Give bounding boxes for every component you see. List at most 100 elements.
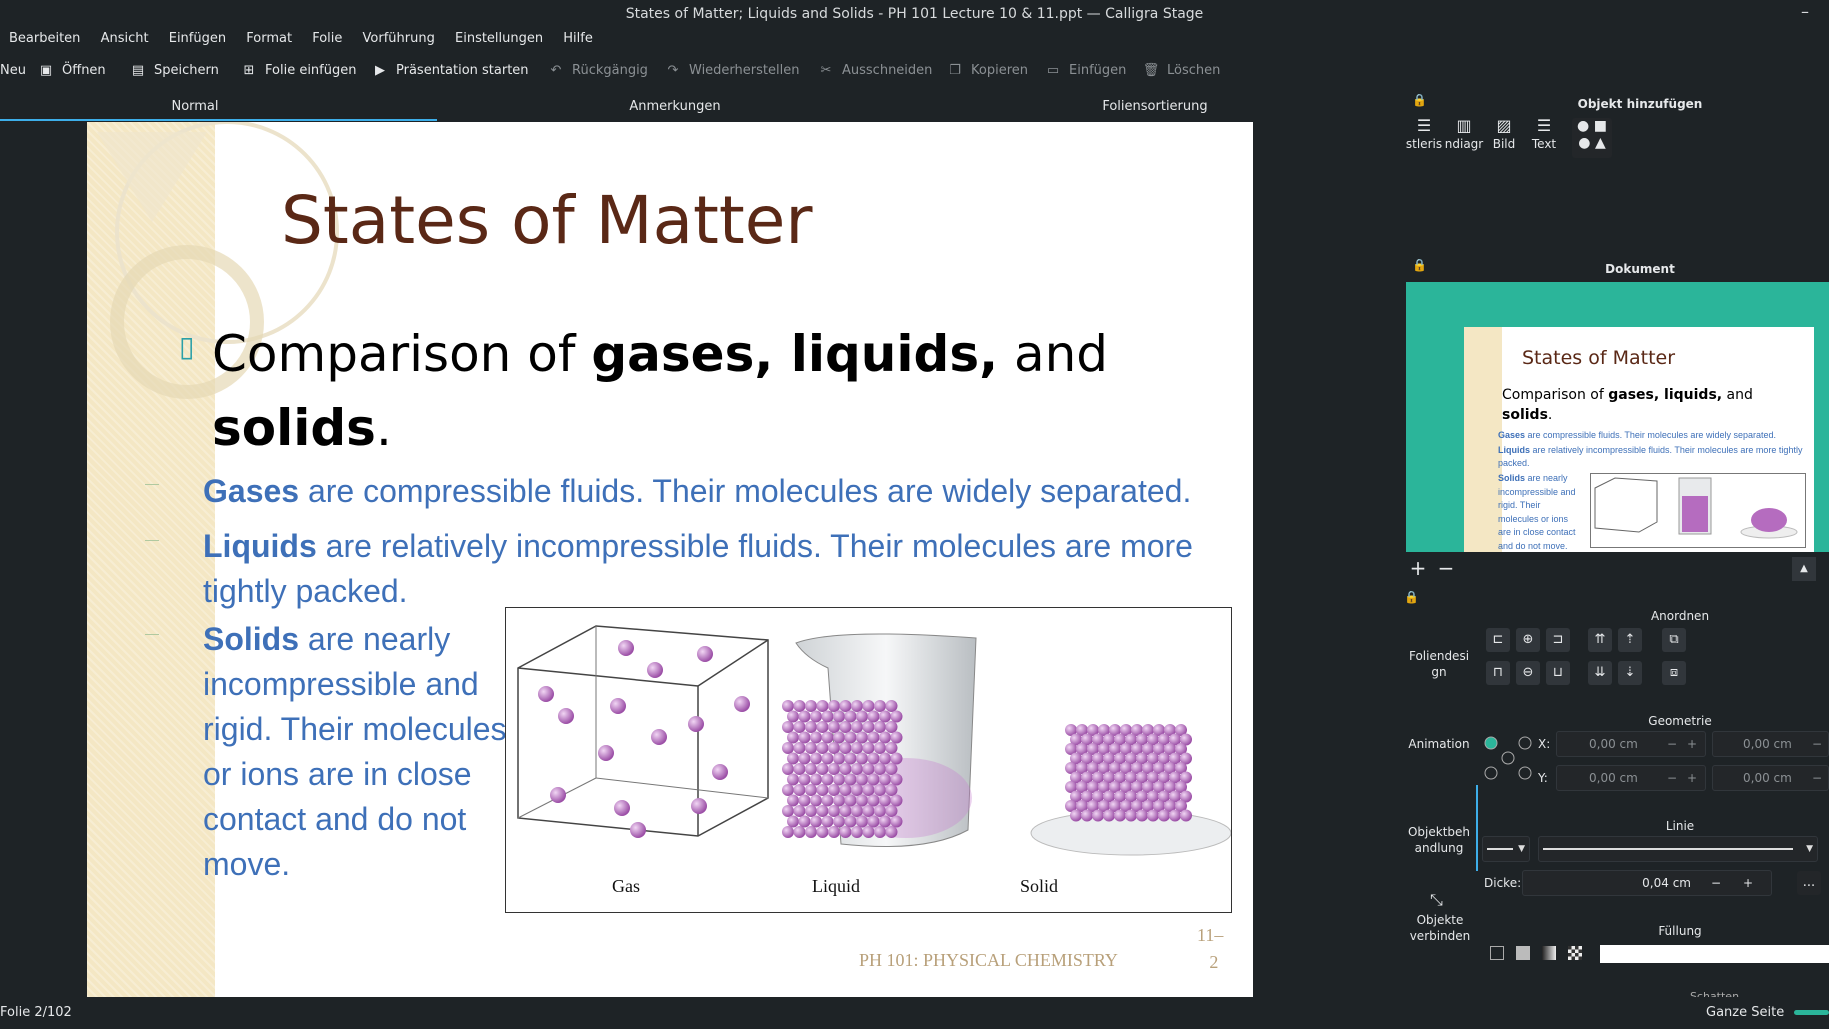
fill-color-swatch[interactable] xyxy=(1600,945,1829,963)
copy-icon: ❐ xyxy=(949,63,961,78)
lock-icon[interactable]: 🔒 xyxy=(1412,93,1427,107)
connect-objects-icon: ⤡ xyxy=(1430,890,1443,909)
menu-vorfuehrung[interactable]: Vorführung xyxy=(363,28,435,50)
decrement-icon[interactable]: − xyxy=(1667,766,1677,790)
tab-normal[interactable]: Normal xyxy=(0,96,390,120)
undo-button[interactable]: ↶ Rückgängig xyxy=(546,54,648,88)
menu-einfuegen[interactable]: Einfügen xyxy=(169,28,226,50)
window-title: States of Matter; Liquids and Solids - P… xyxy=(0,0,1829,28)
height-field[interactable]: 0,00 cm − xyxy=(1712,765,1829,791)
lock-icon[interactable]: 🔒 xyxy=(1412,258,1427,272)
menu-folie[interactable]: Folie xyxy=(312,28,342,50)
slide-title[interactable]: States of Matter xyxy=(281,182,813,259)
increment-icon[interactable]: + xyxy=(1687,732,1697,756)
more-options-button[interactable]: ... xyxy=(1797,871,1821,895)
gases-bullet[interactable]: Gases are compressible fluids. Their mol… xyxy=(203,469,1191,514)
width-field[interactable]: 0,00 cm − xyxy=(1712,731,1829,757)
remove-slide-icon[interactable]: − xyxy=(1434,557,1458,581)
decrement-icon[interactable]: − xyxy=(1667,732,1677,756)
minimize-icon[interactable]: – xyxy=(1795,0,1815,28)
tab-slide-design[interactable]: Foliendesi gn xyxy=(1400,648,1478,680)
new-button[interactable]: Neu xyxy=(0,54,26,88)
menu-einstellungen[interactable]: Einstellungen xyxy=(455,28,543,50)
thumb-liquids: Liquids are relatively incompressible fl… xyxy=(1498,445,1803,468)
copy-button[interactable]: ❐ Kopieren xyxy=(945,54,1028,88)
lower-icon[interactable]: ⇣ xyxy=(1618,661,1642,685)
add-slide-icon[interactable]: + xyxy=(1406,557,1430,581)
add-object-text[interactable]: ☰ Text xyxy=(1524,115,1564,165)
align-bottom-icon[interactable]: ⊔ xyxy=(1546,661,1570,685)
menu-ansicht[interactable]: Ansicht xyxy=(101,28,149,50)
menu-hilfe[interactable]: Hilfe xyxy=(563,28,593,50)
decrement-icon[interactable]: − xyxy=(1812,732,1822,756)
line-type-dropdown[interactable]: ▼ xyxy=(1538,836,1818,862)
line-style-preview xyxy=(1487,848,1513,850)
fig-label-solid: Solid xyxy=(1020,876,1059,896)
add-object-list[interactable]: ☰ stleris xyxy=(1404,115,1444,165)
scissors-icon: ✂ xyxy=(820,63,832,78)
zoom-slider[interactable] xyxy=(1794,1010,1829,1015)
slide[interactable]: States of Matter ▯ Comparison of gases, … xyxy=(87,122,1253,997)
align-center-icon[interactable]: ⊕ xyxy=(1516,628,1540,652)
main-bullet[interactable]: Comparison of gases, liquids, and solids… xyxy=(212,317,1212,465)
image-icon: ▨ xyxy=(1496,116,1512,135)
no-fill-icon[interactable] xyxy=(1490,946,1504,960)
play-icon: ▶ xyxy=(375,63,385,78)
add-object-chart[interactable]: ▥ ndiagr xyxy=(1444,115,1484,165)
add-object-image[interactable]: ▨ Bild xyxy=(1484,115,1524,165)
menu-format[interactable]: Format xyxy=(246,28,292,50)
dash-marker xyxy=(145,540,159,541)
fill-header: Füllung xyxy=(1658,924,1702,938)
save-button[interactable]: ▤ Speichern xyxy=(128,54,219,88)
shapes-icon[interactable]: ● ■ ● ▲ xyxy=(1572,118,1612,158)
tab-object-handling[interactable]: Objektbeh andlung xyxy=(1400,824,1478,856)
tab-connect-objects[interactable]: Objekte verbinden xyxy=(1400,912,1480,944)
group-icon[interactable]: ⧉ xyxy=(1662,628,1686,652)
tab-slide-sorter[interactable]: Foliensortierung xyxy=(960,96,1350,120)
send-back-icon[interactable]: ⇊ xyxy=(1588,661,1612,685)
redo-button[interactable]: ↷ Wiederherstellen xyxy=(663,54,800,88)
cut-button[interactable]: ✂ Ausschneiden xyxy=(816,54,933,88)
view-tabs: Normal Anmerkungen Foliensortierung xyxy=(0,96,1400,120)
move-up-icon[interactable]: ▲ xyxy=(1792,557,1816,581)
geometry-header: Geometrie xyxy=(1648,714,1712,728)
pattern-fill-icon[interactable] xyxy=(1568,946,1582,960)
menu-bearbeiten[interactable]: Bearbeiten xyxy=(9,28,80,50)
zoom-mode[interactable]: Ganze Seite xyxy=(1706,997,1784,1029)
states-of-matter-figure[interactable]: Gas Liquid Solid xyxy=(505,607,1232,913)
slide-thumbnail[interactable]: States of Matter Comparison of gases, li… xyxy=(1464,327,1814,552)
paste-button[interactable]: ▭ Einfügen xyxy=(1043,54,1127,88)
solid-fill-icon[interactable] xyxy=(1516,946,1530,960)
decrement-icon[interactable]: − xyxy=(1711,871,1721,895)
align-middle-icon[interactable]: ⊖ xyxy=(1516,661,1540,685)
anchor-point-selector[interactable] xyxy=(1482,734,1534,782)
delete-button[interactable]: 🗑 Löschen xyxy=(1141,54,1221,88)
open-button[interactable]: ▣ Öffnen xyxy=(36,54,106,88)
ungroup-icon[interactable]: ⧈ xyxy=(1662,661,1686,685)
raise-icon[interactable]: ⇡ xyxy=(1618,628,1642,652)
gradient-fill-icon[interactable] xyxy=(1542,946,1556,960)
thumb-title: States of Matter xyxy=(1522,347,1676,369)
line-style-dropdown[interactable]: ▼ xyxy=(1482,836,1530,862)
insert-slide-button[interactable]: ⊞ Folie einfügen xyxy=(239,54,357,88)
line-type-preview xyxy=(1543,848,1793,850)
status-bar: Folie 2/102 Ganze Seite xyxy=(0,997,1829,1029)
thickness-field[interactable]: 0,04 cm − + xyxy=(1522,870,1772,896)
tab-notes[interactable]: Anmerkungen xyxy=(480,96,870,120)
solids-bullet[interactable]: Solids are nearly incompressible and rig… xyxy=(203,617,507,887)
align-right-icon[interactable]: ⊐ xyxy=(1546,628,1570,652)
align-top-icon[interactable]: ⊓ xyxy=(1486,661,1510,685)
line-header: Linie xyxy=(1665,819,1695,833)
decrement-icon[interactable]: − xyxy=(1812,766,1822,790)
y-position-field[interactable]: 0,00 cm − + xyxy=(1556,765,1706,791)
tab-animation[interactable]: Animation xyxy=(1400,736,1478,752)
start-presentation-button[interactable]: ▶ Präsentation starten xyxy=(370,54,529,88)
liquids-bullet[interactable]: Liquids are relatively incompressible fl… xyxy=(203,524,1193,614)
bring-front-icon[interactable]: ⇈ xyxy=(1588,628,1612,652)
x-position-field[interactable]: 0,00 cm − + xyxy=(1556,731,1706,757)
lock-icon[interactable]: 🔒 xyxy=(1404,590,1419,604)
increment-icon[interactable]: + xyxy=(1743,871,1753,895)
increment-icon[interactable]: + xyxy=(1687,766,1697,790)
fig-label-gas: Gas xyxy=(612,876,640,896)
align-left-icon[interactable]: ⊏ xyxy=(1486,628,1510,652)
